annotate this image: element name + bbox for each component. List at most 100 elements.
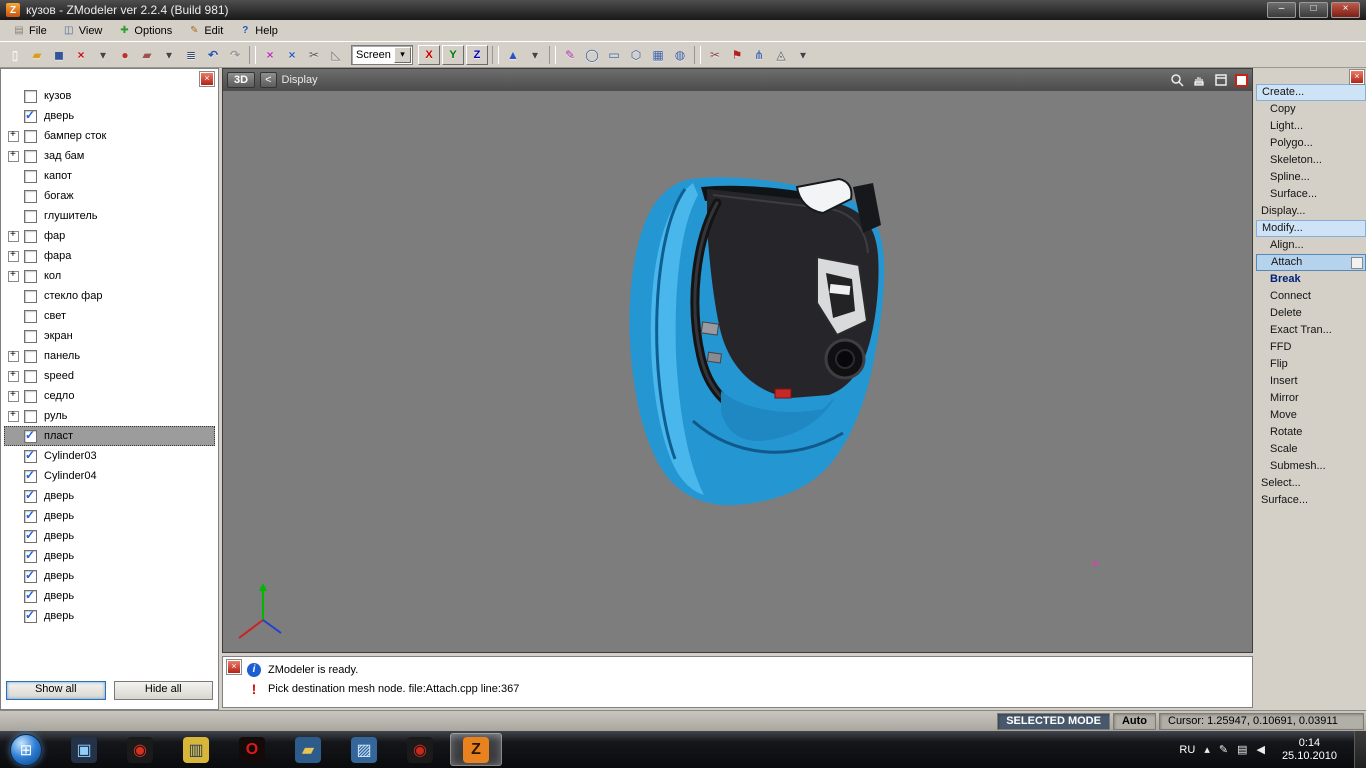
weld-icon[interactable]: × <box>259 45 281 65</box>
visibility-checkbox[interactable] <box>24 370 37 383</box>
selection-caret-icon[interactable]: ▾ <box>524 45 546 65</box>
create-cylinder-icon[interactable]: ⬡ <box>625 45 647 65</box>
save-icon[interactable]: ◼ <box>48 45 70 65</box>
minimize-button[interactable]: – <box>1267 2 1296 18</box>
create-circle-icon[interactable]: ◯ <box>581 45 603 65</box>
tree-item[interactable]: глушитель <box>4 206 215 226</box>
tree-item[interactable]: Cylinder04 <box>4 466 215 486</box>
tree-item[interactable]: дверь <box>4 506 215 526</box>
command-item[interactable]: Delete <box>1256 305 1366 322</box>
tree-item[interactable]: богаж <box>4 186 215 206</box>
menu-help[interactable]: ? Help <box>232 23 285 39</box>
axis-x-button[interactable]: X <box>418 45 440 65</box>
command-item[interactable]: Scale <box>1256 441 1366 458</box>
tree-item[interactable]: кузов <box>4 86 215 106</box>
create-sphere-icon[interactable]: ◍ <box>669 45 691 65</box>
morph-icon[interactable]: ◬ <box>770 45 792 65</box>
show-all-button[interactable]: Show all <box>6 681 106 700</box>
start-button[interactable] <box>10 734 42 766</box>
tree-item[interactable]: фара <box>4 246 215 266</box>
taskbar-app-red-orb-2[interactable]: ◉ <box>394 733 446 766</box>
clock[interactable]: 0:14 25.10.2010 <box>1274 737 1345 763</box>
tree-item[interactable]: кол <box>4 266 215 286</box>
tree-item[interactable]: дверь <box>4 486 215 506</box>
visibility-checkbox[interactable] <box>24 410 37 423</box>
tree-item[interactable]: экран <box>4 326 215 346</box>
visibility-checkbox[interactable] <box>24 530 37 543</box>
tree-item[interactable]: Cylinder03 <box>4 446 215 466</box>
visibility-checkbox[interactable] <box>24 250 37 263</box>
visibility-checkbox[interactable] <box>24 510 37 523</box>
close-log-icon[interactable] <box>227 660 241 674</box>
visibility-checkbox[interactable] <box>24 570 37 583</box>
visibility-checkbox[interactable] <box>24 310 37 323</box>
tree-item[interactable]: свет <box>4 306 215 326</box>
polyline-icon[interactable]: ✎ <box>559 45 581 65</box>
command-item[interactable]: Select... <box>1256 475 1366 492</box>
tree-item[interactable]: дверь <box>4 526 215 546</box>
log-icon[interactable]: ≣ <box>180 45 202 65</box>
visibility-checkbox[interactable] <box>24 590 37 603</box>
command-item[interactable]: Exact Tran... <box>1256 322 1366 339</box>
tree-item[interactable]: дверь <box>4 586 215 606</box>
taskbar-app-yellow-tool[interactable]: ▥ <box>170 733 222 766</box>
visibility-checkbox[interactable] <box>24 390 37 403</box>
visibility-checkbox[interactable] <box>24 190 37 203</box>
expander-icon[interactable] <box>8 271 19 282</box>
hide-all-button[interactable]: Hide all <box>114 681 214 700</box>
maximize-view-icon[interactable] <box>1213 72 1229 88</box>
menu-options[interactable]: ✚ Options <box>111 23 179 39</box>
visibility-checkbox[interactable] <box>24 330 37 343</box>
command-item[interactable]: Surface... <box>1256 186 1366 203</box>
command-item[interactable]: Rotate <box>1256 424 1366 441</box>
command-item[interactable]: Polygo... <box>1256 135 1366 152</box>
expander-icon[interactable] <box>8 411 19 422</box>
command-item[interactable]: Copy <box>1256 101 1366 118</box>
viewport-back-button[interactable]: < <box>260 72 276 88</box>
save-options-caret-icon[interactable]: ▾ <box>92 45 114 65</box>
axis-y-button[interactable]: Y <box>442 45 464 65</box>
visibility-checkbox[interactable] <box>24 170 37 183</box>
tree-item[interactable]: пласт <box>4 426 215 446</box>
expander-icon[interactable] <box>8 231 19 242</box>
taskbar-app-explorer[interactable]: ▰ <box>282 733 334 766</box>
visibility-checkbox[interactable] <box>24 290 37 303</box>
viewport-canvas[interactable] <box>223 91 1252 652</box>
tree-item[interactable]: дверь <box>4 606 215 626</box>
new-icon[interactable]: ▯ <box>4 45 26 65</box>
command-item[interactable]: Connect <box>1256 288 1366 305</box>
visibility-checkbox[interactable] <box>24 230 37 243</box>
show-desktop-button[interactable] <box>1354 731 1366 768</box>
command-item[interactable]: Break <box>1256 271 1366 288</box>
anim-caret-icon[interactable]: ▾ <box>792 45 814 65</box>
command-item[interactable]: Submesh... <box>1256 458 1366 475</box>
taskbar-app-opera[interactable]: O <box>226 733 278 766</box>
visibility-checkbox[interactable] <box>24 270 37 283</box>
tray-display-icon[interactable]: ▤ <box>1237 743 1247 756</box>
expander-icon[interactable] <box>8 151 19 162</box>
command-item[interactable]: Attach <box>1256 254 1366 271</box>
command-item[interactable]: Insert <box>1256 373 1366 390</box>
viewport-mode-button[interactable]: 3D <box>227 72 255 88</box>
open-icon[interactable]: ▰ <box>26 45 48 65</box>
visibility-checkbox[interactable] <box>24 550 37 563</box>
language-indicator[interactable]: RU <box>1179 744 1195 756</box>
active-view-indicator-icon[interactable] <box>1235 74 1248 87</box>
pan-hand-icon[interactable] <box>1191 72 1207 88</box>
tray-pen-icon[interactable]: ✎ <box>1219 743 1228 756</box>
unweld-icon[interactable]: × <box>281 45 303 65</box>
create-grid-icon[interactable]: ▦ <box>647 45 669 65</box>
tree-item[interactable]: дверь <box>4 566 215 586</box>
tree-item[interactable]: дверь <box>4 546 215 566</box>
tree-item[interactable]: руль <box>4 406 215 426</box>
visibility-checkbox[interactable] <box>24 130 37 143</box>
expander-icon[interactable] <box>8 391 19 402</box>
visibility-checkbox[interactable] <box>24 150 37 163</box>
menu-view[interactable]: ◫ View <box>56 23 110 39</box>
tree-item[interactable]: зад бам <box>4 146 215 166</box>
expander-icon[interactable] <box>8 351 19 362</box>
command-item[interactable]: Align... <box>1256 237 1366 254</box>
tree-item[interactable]: панель <box>4 346 215 366</box>
command-item[interactable]: Display... <box>1256 203 1366 220</box>
tree-item[interactable]: speed <box>4 366 215 386</box>
